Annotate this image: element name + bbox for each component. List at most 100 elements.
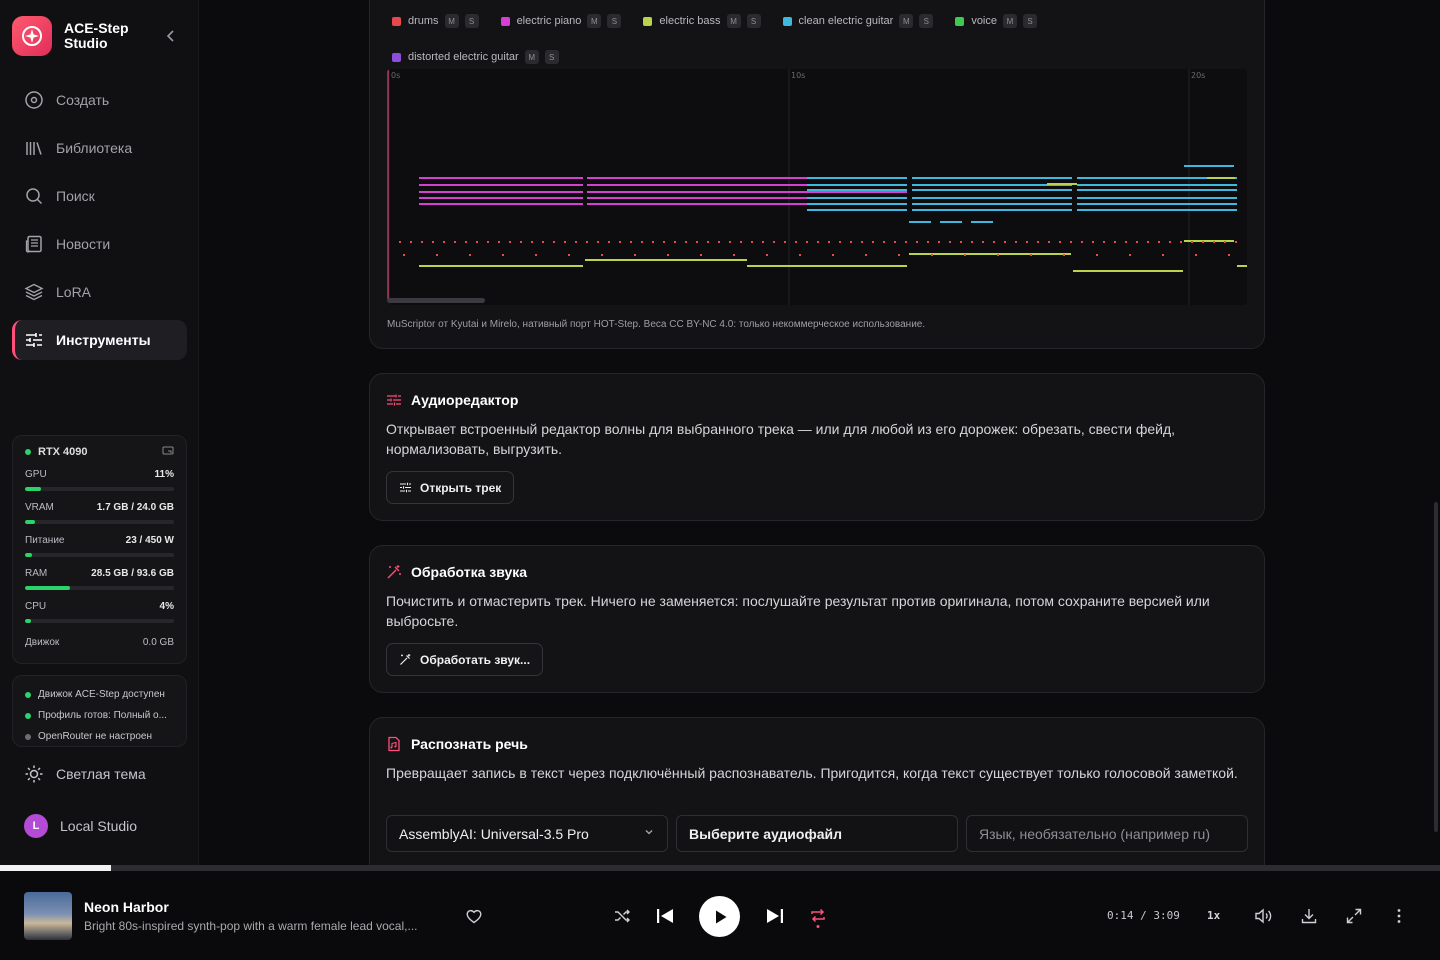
brand[interactable]: ACE-Step Studio xyxy=(12,16,144,56)
sidebar-item-lora[interactable]: LoRA xyxy=(12,272,187,312)
sliders-icon xyxy=(26,333,42,347)
audio-editor-card: Аудиоредактор Открывает встроенный редак… xyxy=(369,373,1265,521)
metric-label: VRAM xyxy=(25,502,54,513)
metric-bar-fill xyxy=(25,487,42,491)
playback-speed[interactable]: 1x xyxy=(1207,909,1220,922)
note-drums xyxy=(432,241,434,243)
audio-file-icon xyxy=(388,736,400,752)
sidebar-item-library[interactable]: Библиотека xyxy=(12,128,187,168)
note-clean-guitar xyxy=(971,221,993,223)
note-electric-bass xyxy=(1047,183,1077,185)
note-electric-piano xyxy=(587,191,747,193)
note-drums xyxy=(575,241,577,243)
language-input[interactable]: Язык, необязательно (например ru) xyxy=(966,815,1248,852)
sidebar-item-search[interactable]: Поиск xyxy=(12,176,187,216)
piano-roll-scrollbar[interactable] xyxy=(387,298,485,303)
studio-switcher[interactable]: L Local Studio xyxy=(24,814,137,838)
note-clean-guitar xyxy=(807,203,907,205)
sidebar-item-label: Инструменты xyxy=(56,332,151,348)
metric-gpu: GPU 11% xyxy=(25,469,174,491)
note-drums xyxy=(700,254,702,256)
note-electric-piano xyxy=(419,197,583,199)
note-drums xyxy=(806,241,808,243)
note-drums xyxy=(403,254,405,256)
playback-progress[interactable] xyxy=(0,865,1440,871)
track-name: electric piano xyxy=(516,15,582,27)
sidebar-item-create[interactable]: Создать xyxy=(12,80,187,120)
note-drums xyxy=(619,241,621,243)
note-drums xyxy=(542,241,544,243)
mute-button[interactable]: M xyxy=(524,50,539,64)
heart-icon[interactable] xyxy=(464,906,484,926)
track-color-swatch xyxy=(782,16,792,26)
piano-roll[interactable]: 0s 10s 20s xyxy=(387,69,1247,305)
mute-button[interactable]: M xyxy=(899,14,914,28)
open-track-button[interactable]: Открыть трек xyxy=(386,471,515,504)
page-scrollbar[interactable] xyxy=(1434,502,1438,832)
expand-icon[interactable] xyxy=(1344,906,1364,926)
note-drums xyxy=(894,241,896,243)
repeat-icon[interactable] xyxy=(807,904,829,930)
metric-bar xyxy=(25,520,174,524)
note-drums xyxy=(1235,241,1237,243)
metric-power: Питание 23 / 450 W xyxy=(25,535,174,557)
solo-button[interactable]: S xyxy=(919,14,934,28)
sun-icon xyxy=(25,765,43,783)
solo-button[interactable]: S xyxy=(464,14,479,28)
track-title[interactable]: Neon Harbor xyxy=(84,899,169,915)
note-drums xyxy=(535,254,537,256)
mute-button[interactable]: M xyxy=(1003,14,1017,28)
engine-label: Движок xyxy=(25,637,60,648)
shuffle-icon[interactable] xyxy=(612,906,632,926)
language-placeholder: Язык, необязательно (например ru) xyxy=(979,825,1210,842)
metric-bar xyxy=(25,553,174,557)
piano-roll-canvas: 0s 10s 20s xyxy=(387,69,1247,305)
previous-icon[interactable] xyxy=(654,906,676,926)
mute-button[interactable]: M xyxy=(726,14,741,28)
theme-toggle[interactable]: Светлая тема xyxy=(24,764,146,784)
metric-value: 4% xyxy=(159,601,174,612)
track-legend: drums M Selectric piano M Selectric bass M Scl… xyxy=(392,13,1252,65)
sidebar-item-news[interactable]: Новости xyxy=(12,224,187,264)
sidebar: ACE-Step Studio Создать Библиотека Поиск xyxy=(0,0,199,865)
note-electric-piano xyxy=(419,191,583,193)
brand-line-2: Studio xyxy=(64,35,108,51)
gpu-status-dot xyxy=(25,449,31,455)
solo-button[interactable]: S xyxy=(1023,14,1037,28)
note-clean-guitar xyxy=(1077,189,1237,191)
collapse-sidebar-icon[interactable] xyxy=(163,28,179,44)
track-color-swatch xyxy=(643,16,653,26)
note-drums xyxy=(865,254,867,256)
metric-label: GPU xyxy=(25,469,47,480)
sidebar-item-tools[interactable]: Инструменты xyxy=(12,320,187,360)
audio-file-picker[interactable]: Выберите аудиофайл xyxy=(676,815,958,852)
download-icon[interactable] xyxy=(1299,906,1319,926)
model-credit: MuScriptor от Kyutai и Mirelo, нативный … xyxy=(387,319,926,330)
metric-bar-fill xyxy=(25,520,36,524)
note-clean-guitar xyxy=(1077,197,1237,199)
solo-button[interactable]: S xyxy=(607,14,622,28)
process-audio-button[interactable]: Обработать звук... xyxy=(386,643,544,676)
button-label: Обработать звук... xyxy=(420,652,531,667)
asr-engine-select[interactable]: AssemblyAI: Universal-3.5 Pro xyxy=(386,815,668,852)
volume-icon[interactable] xyxy=(1252,906,1274,926)
note-clean-guitar xyxy=(909,221,931,223)
note-drums xyxy=(1048,241,1050,243)
note-drums xyxy=(766,254,768,256)
brand-line-1: ACE-Step xyxy=(64,20,129,36)
track-cover[interactable] xyxy=(24,892,72,940)
note-drums xyxy=(601,254,603,256)
sliders-icon xyxy=(400,482,411,493)
next-icon[interactable] xyxy=(764,906,786,926)
more-options-icon[interactable] xyxy=(1389,906,1409,926)
search-icon xyxy=(26,188,43,205)
play-button[interactable] xyxy=(699,896,740,937)
note-drums xyxy=(861,241,863,243)
mute-button[interactable]: M xyxy=(587,14,602,28)
solo-button[interactable]: S xyxy=(544,50,559,64)
metric-bar xyxy=(25,586,174,590)
monitor-icon[interactable] xyxy=(162,445,174,460)
solo-button[interactable]: S xyxy=(746,14,761,28)
mute-button[interactable]: M xyxy=(444,14,459,28)
note-drums xyxy=(1147,241,1149,243)
